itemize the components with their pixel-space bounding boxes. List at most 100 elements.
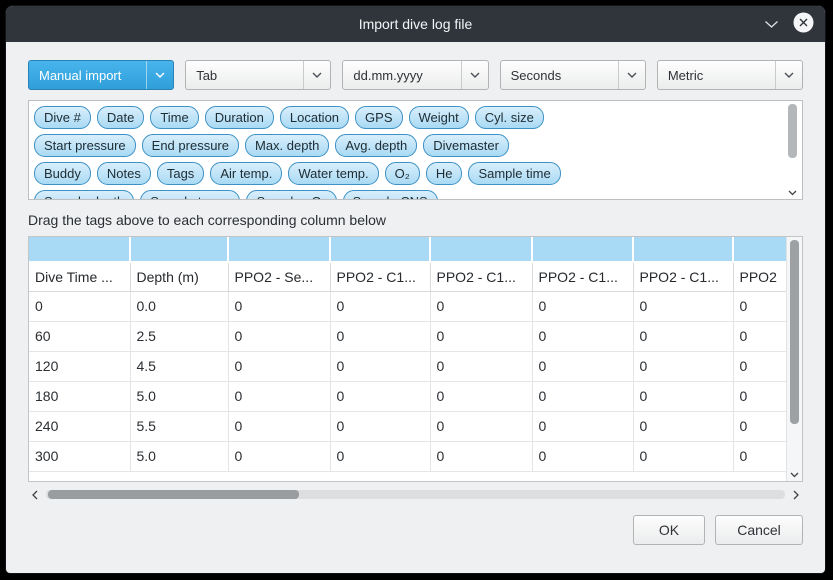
column-drop-target[interactable]	[532, 237, 633, 262]
table-cell: 0	[633, 321, 733, 351]
field-tag[interactable]: Air temp.	[210, 162, 282, 185]
field-tag[interactable]: Sample temp.	[140, 190, 240, 200]
table-cell: 0	[633, 351, 733, 381]
field-tag[interactable]: Sample CNS	[343, 190, 438, 200]
tag-row: Start pressure End pressure Max. depth A…	[34, 134, 778, 157]
field-tag[interactable]: Avg. depth	[335, 134, 417, 157]
tagbox-scrollbar[interactable]	[785, 103, 800, 197]
titlebar: Import dive log file	[6, 6, 825, 42]
field-tag[interactable]: Weight	[409, 106, 469, 129]
table-cell: 0	[430, 291, 532, 321]
table-cell: 0	[733, 321, 786, 351]
table-cell: 0	[330, 351, 430, 381]
table-cell: 0	[532, 351, 633, 381]
field-tag[interactable]: Tags	[157, 162, 204, 185]
units-select[interactable]: Metric	[657, 60, 803, 90]
column-drop-target[interactable]	[330, 237, 430, 262]
scroll-down-arrow[interactable]	[785, 190, 800, 196]
table-cell: 5.0	[130, 441, 228, 471]
table-cell: 0	[633, 381, 733, 411]
column-drop-target[interactable]	[430, 237, 532, 262]
column-header[interactable]: PPO2 - C1...	[633, 262, 733, 291]
table-row: 60 2.5 0 0 0 0 0 0	[29, 321, 786, 351]
table-cell: 0	[532, 291, 633, 321]
field-tag[interactable]: Cyl. size	[475, 106, 544, 129]
field-tag[interactable]: Sample depth	[34, 190, 134, 200]
chevron-down-icon	[146, 61, 173, 89]
column-drop-target[interactable]	[733, 237, 786, 262]
table-hscrollbar[interactable]	[28, 487, 803, 502]
close-button[interactable]	[793, 12, 814, 36]
field-tag[interactable]: Sample pO₂	[246, 190, 336, 200]
table-vscrollbar[interactable]	[786, 237, 802, 481]
table-cell: 180	[29, 381, 130, 411]
column-header[interactable]: PPO2	[733, 262, 786, 291]
field-tag[interactable]: Max. depth	[245, 134, 329, 157]
column-header[interactable]: PPO2 - C1...	[330, 262, 430, 291]
scrollbar-handle[interactable]	[788, 104, 797, 158]
table-cell: 0	[532, 411, 633, 441]
scroll-left-arrow[interactable]	[28, 490, 42, 500]
date-format-select[interactable]: dd.mm.yyyy	[342, 60, 488, 90]
shade-button[interactable]	[764, 16, 779, 32]
table-cell: 0	[228, 291, 330, 321]
field-tag[interactable]: GPS	[355, 106, 402, 129]
close-icon	[793, 12, 814, 36]
table-cell: 4.5	[130, 351, 228, 381]
drop-target-row	[29, 237, 786, 262]
field-tag[interactable]: Notes	[97, 162, 151, 185]
field-tag[interactable]: Water temp.	[288, 162, 378, 185]
table-cell: 0	[633, 291, 733, 321]
table-row: 300 5.0 0 0 0 0 0 0	[29, 441, 786, 471]
field-tag[interactable]: Date	[97, 106, 144, 129]
table-cell: 5.0	[130, 381, 228, 411]
scrollbar-track[interactable]	[46, 490, 785, 499]
scrollbar-handle[interactable]	[48, 490, 299, 499]
scrollbar-handle[interactable]	[790, 240, 799, 424]
chevron-down-icon	[764, 16, 779, 32]
chevron-down-icon	[303, 61, 330, 89]
column-header[interactable]: Dive Time ...	[29, 262, 130, 291]
table-cell: 0	[330, 411, 430, 441]
column-drop-target[interactable]	[130, 237, 228, 262]
field-tag[interactable]: Start pressure	[34, 134, 136, 157]
duration-format-select[interactable]: Seconds	[500, 60, 646, 90]
tag-row: Sample depth Sample temp. Sample pO₂ Sam…	[34, 190, 778, 200]
field-tag[interactable]: Buddy	[34, 162, 91, 185]
column-header[interactable]: Depth (m)	[130, 262, 228, 291]
table-cell: 0	[532, 381, 633, 411]
table-cell: 0	[330, 291, 430, 321]
field-tag[interactable]: Dive #	[34, 106, 91, 129]
field-tag[interactable]: End pressure	[142, 134, 239, 157]
field-tag[interactable]: Duration	[205, 106, 274, 129]
column-drop-target[interactable]	[633, 237, 733, 262]
table-cell: 0	[228, 411, 330, 441]
tag-box: Dive # Date Time Duration Location GPS W…	[28, 100, 803, 200]
field-tag[interactable]: He	[426, 162, 463, 185]
field-tag[interactable]: Location	[280, 106, 349, 129]
column-header[interactable]: PPO2 - Se...	[228, 262, 330, 291]
field-tag[interactable]: Sample time	[468, 162, 560, 185]
field-separator-select[interactable]: Tab	[185, 60, 331, 90]
field-tag[interactable]: Divemaster	[423, 134, 509, 157]
field-tag[interactable]: Time	[150, 106, 198, 129]
scroll-right-arrow[interactable]	[789, 490, 803, 500]
scroll-down-arrow[interactable]	[787, 472, 802, 478]
column-drop-target[interactable]	[29, 237, 130, 262]
column-drop-target[interactable]	[228, 237, 330, 262]
import-mode-select[interactable]: Manual import	[28, 60, 174, 90]
column-header[interactable]: PPO2 - C1...	[532, 262, 633, 291]
table-row: 0 0.0 0 0 0 0 0 0	[29, 291, 786, 321]
table-row: 180 5.0 0 0 0 0 0 0	[29, 381, 786, 411]
table-cell: 0	[430, 411, 532, 441]
table-cell: 0	[430, 381, 532, 411]
cancel-button[interactable]: Cancel	[715, 515, 803, 545]
chevron-down-icon	[775, 61, 802, 89]
field-tag[interactable]: O₂	[385, 162, 420, 185]
import-dialog-window: Import dive log file Manual import Tab d…	[5, 5, 826, 574]
instruction-text: Drag the tags above to each correspondin…	[28, 212, 803, 228]
table-cell: 0	[532, 441, 633, 471]
ok-button[interactable]: OK	[633, 515, 705, 545]
table-cell: 0	[430, 441, 532, 471]
column-header[interactable]: PPO2 - C1...	[430, 262, 532, 291]
